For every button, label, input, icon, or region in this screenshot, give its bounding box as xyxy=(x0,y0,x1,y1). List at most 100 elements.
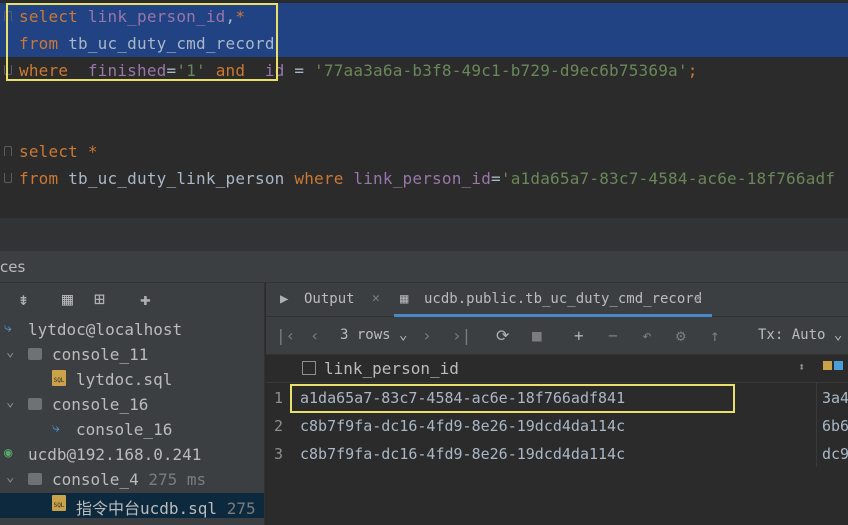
preview-changes-icon[interactable]: ⚙ xyxy=(676,326,686,345)
column-ref: link_person_id xyxy=(87,7,226,26)
tab-label: Output xyxy=(304,291,355,307)
close-icon[interactable]: ✕ xyxy=(694,291,702,306)
table-cell[interactable]: a1da65a7-83c7-4584-ac6e-18f766adf841 xyxy=(300,389,625,407)
tree-item-label: ucdb@192.168.0.241 xyxy=(28,445,202,464)
stop-icon[interactable]: ■ xyxy=(532,326,542,345)
column-icon xyxy=(302,361,316,375)
star: * xyxy=(87,142,98,161)
chevron-down-icon[interactable]: ⌄ xyxy=(6,344,14,360)
table-cell[interactable]: 6b6 xyxy=(822,417,848,435)
tree-item-console[interactable]: ⌄ console_11 xyxy=(0,343,264,368)
console-icon xyxy=(28,473,42,489)
chevron-down-icon[interactable]: ⌄ xyxy=(6,469,14,485)
sql-file-icon: SQL xyxy=(52,370,66,386)
column-ref: link_person_id xyxy=(353,169,492,188)
operator: = xyxy=(166,61,177,80)
fold-marker-icon[interactable] xyxy=(4,146,12,156)
tree-item-datasource[interactable]: ◉ ucdb@192.168.0.241 xyxy=(0,443,264,468)
first-page-icon[interactable]: |‹ xyxy=(276,326,295,345)
column-header[interactable]: link_person_id xyxy=(324,359,459,378)
tree-item-datasource[interactable]: ⤷ lytdoc@localhost xyxy=(0,318,264,343)
connected-datasource-icon: ◉ xyxy=(4,445,13,461)
row-number: 2 xyxy=(274,417,284,435)
tree-item-label: console_4 xyxy=(52,470,139,489)
keyword-select: select xyxy=(19,142,78,161)
session-icon: ⤷ xyxy=(52,420,60,436)
add-icon[interactable]: ✚ xyxy=(140,289,151,310)
fold-end-icon[interactable] xyxy=(4,65,12,75)
grid-header: link_person_id ⬍ xyxy=(266,355,848,383)
prev-page-icon[interactable]: ‹ xyxy=(310,326,320,345)
string-literal: '1' xyxy=(176,61,206,80)
semicolon: ; xyxy=(687,61,698,80)
code-line-2[interactable]: from tb_uc_duty_cmd_record xyxy=(0,30,848,57)
tree-item-console[interactable]: ⌄ console_4 275 ms xyxy=(0,468,264,493)
sql-file-icon: SQL xyxy=(52,495,66,511)
keyword-where: where xyxy=(19,61,69,80)
revert-icon[interactable]: ↶ xyxy=(642,326,652,345)
services-tree-panel: ⇟ ▦ ⊞ ✚ ⤷ lytdoc@localhost ⌄ console_11 … xyxy=(0,283,265,525)
tree-item-label: console_16 xyxy=(52,395,149,414)
table-cell[interactable]: 3a4 xyxy=(822,389,848,407)
datasource-icon: ⤷ xyxy=(4,320,12,336)
transaction-mode-dropdown[interactable]: Tx: Auto ⌄ xyxy=(758,327,842,343)
star: * xyxy=(235,7,246,26)
close-icon[interactable]: ✕ xyxy=(372,291,380,306)
tree-item-file[interactable]: SQL lytdoc.sql xyxy=(0,368,264,393)
keyword-select: select xyxy=(19,7,78,26)
submit-icon[interactable]: ↑ xyxy=(710,326,720,345)
tree-item-label: console_16 xyxy=(76,420,173,439)
operator: = xyxy=(491,169,501,188)
sort-icon[interactable]: ⬍ xyxy=(798,360,805,374)
code-line-3[interactable]: where finished='1' and id = '77aa3a6a-b3… xyxy=(0,57,848,84)
console-icon xyxy=(28,398,42,414)
code-line-6[interactable]: from tb_uc_duty_link_person where link_p… xyxy=(0,165,848,192)
collapse-all-icon[interactable]: ⇟ xyxy=(18,289,29,310)
table-row[interactable]: 3 c8b7f9fa-dc16-4fd9-8e26-19dcd4da114c d… xyxy=(266,440,848,468)
column-divider xyxy=(816,383,817,467)
row-number: 3 xyxy=(274,445,284,463)
tree-item-file-selected[interactable]: SQL 指令中台ucdb.sql 275 xyxy=(0,493,264,518)
table-cell[interactable]: c8b7f9fa-dc16-4fd9-8e26-19dcd4da114c xyxy=(300,417,625,435)
tree-item-session[interactable]: ⤷ console_16 xyxy=(0,418,264,443)
keyword-from: from xyxy=(19,169,59,188)
key-column-icon xyxy=(823,361,843,370)
delete-row-icon[interactable]: − xyxy=(608,326,618,345)
add-row-icon[interactable]: + xyxy=(574,326,584,345)
services-panel-header: ces xyxy=(0,250,848,283)
new-tab-icon[interactable]: ⊞ xyxy=(94,289,105,310)
tree-item-console[interactable]: ⌄ console_16 xyxy=(0,393,264,418)
rows-count-label: 3 rows xyxy=(340,327,391,343)
fold-marker-icon[interactable] xyxy=(4,11,12,21)
fold-end-icon[interactable] xyxy=(4,173,12,183)
tx-label: Tx: Auto xyxy=(758,327,826,343)
table-row[interactable]: 2 c8b7f9fa-dc16-4fd9-8e26-19dcd4da114c 6… xyxy=(266,412,848,440)
execution-time: 275 xyxy=(226,499,256,518)
tab-result-table[interactable]: ▦ ucdb.public.tb_uc_duty_cmd_record ✕ xyxy=(394,283,712,317)
rows-count-dropdown[interactable]: 3 rows ⌄ xyxy=(340,327,407,343)
row-number: 1 xyxy=(274,389,284,407)
services-title: ces xyxy=(0,258,26,276)
sql-editor[interactable]: select link_person_id,* from tb_uc_duty_… xyxy=(0,0,848,218)
table-row[interactable]: 1 a1da65a7-83c7-4584-ac6e-18f766adf841 3… xyxy=(266,384,848,412)
chevron-down-icon[interactable]: ⌄ xyxy=(6,394,14,410)
tab-output[interactable]: ▶ Output ✕ xyxy=(280,283,386,317)
tree-toolbar: ⇟ ▦ ⊞ ✚ xyxy=(0,283,264,317)
next-page-icon[interactable]: › xyxy=(422,326,432,345)
table-cell[interactable]: c8b7f9fa-dc16-4fd9-8e26-19dcd4da114c xyxy=(300,445,625,463)
keyword-from: from xyxy=(19,34,59,53)
code-line-5[interactable]: select * xyxy=(0,138,848,165)
tree-item-label: lytdoc@localhost xyxy=(28,320,183,339)
string-literal: '77aa3a6a-b3f8-49c1-b729-d9ec6b75369a' xyxy=(314,61,688,80)
last-page-icon[interactable]: ›| xyxy=(452,326,471,345)
result-panel: ▶ Output ✕ ▦ ucdb.public.tb_uc_duty_cmd_… xyxy=(266,283,848,525)
table-icon: ▦ xyxy=(400,291,409,307)
group-by-icon[interactable]: ▦ xyxy=(62,289,73,310)
column-finished: finished xyxy=(87,61,167,80)
table-cell[interactable]: dc9 xyxy=(822,445,848,463)
code-line-1[interactable]: select link_person_id,* xyxy=(0,3,848,30)
table-name: tb_uc_duty_cmd_record xyxy=(68,34,275,53)
tree-item-label: 指令中台ucdb.sql xyxy=(76,499,218,518)
refresh-icon[interactable]: ⟳ xyxy=(496,326,509,345)
column-id: id xyxy=(264,61,285,80)
